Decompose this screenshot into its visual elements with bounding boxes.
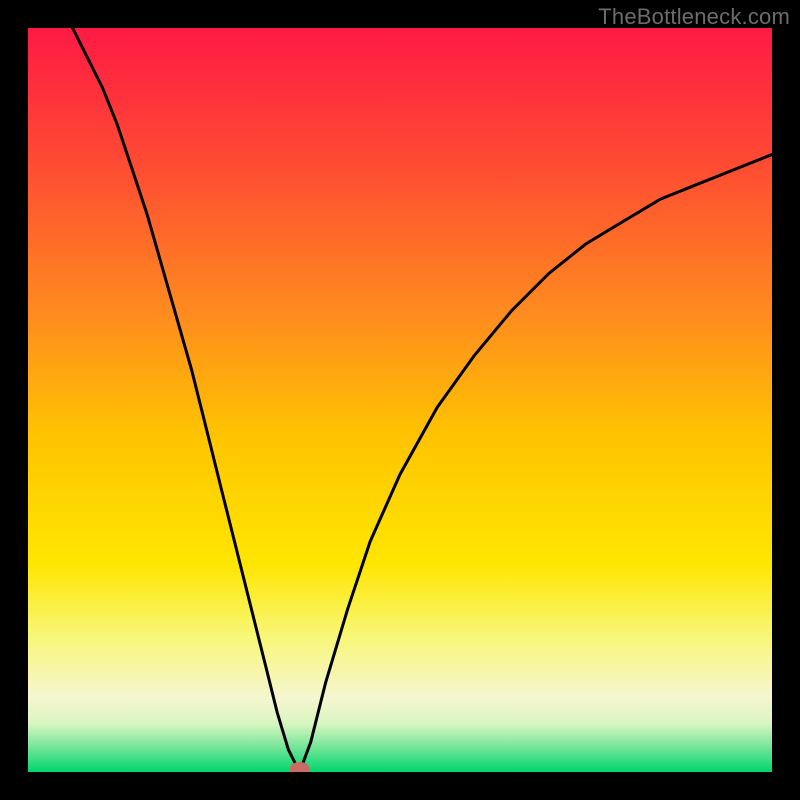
chart-frame: TheBottleneck.com bbox=[0, 0, 800, 800]
chart-svg bbox=[28, 28, 772, 772]
chart-plot-area bbox=[28, 28, 772, 772]
gradient-background bbox=[28, 28, 772, 772]
watermark-text: TheBottleneck.com bbox=[598, 4, 790, 30]
